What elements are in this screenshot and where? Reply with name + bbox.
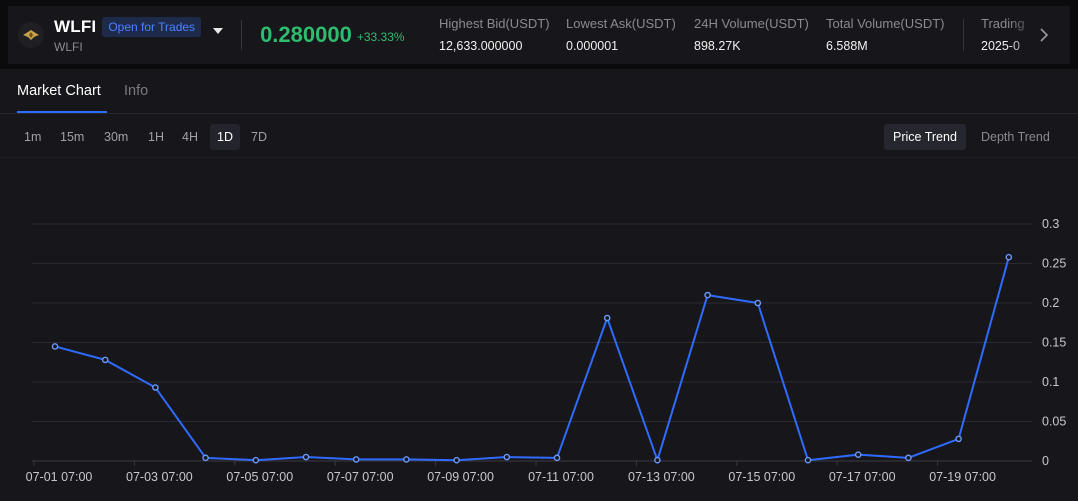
data-point xyxy=(101,356,109,364)
chart-panel: Market Chart Info 1m 15m 30m 1H 4H 1D 7D… xyxy=(0,69,1078,501)
stat-value: 6.588M xyxy=(826,39,868,53)
data-point xyxy=(754,299,762,307)
y-tick-label: 0.2 xyxy=(1042,296,1059,310)
x-tick-label: 07-09 07:00 xyxy=(427,470,494,484)
x-tick-label: 07-19 07:00 xyxy=(929,470,996,484)
market-header: WLFI Open for Trades WLFI 0.280000 +33.3… xyxy=(8,6,1070,64)
stat-label: Total Volume(USDT) xyxy=(826,16,945,31)
data-point xyxy=(955,435,962,443)
y-tick-label: 0.1 xyxy=(1042,375,1059,389)
header-divider xyxy=(241,20,243,50)
data-point xyxy=(252,456,260,464)
data-point xyxy=(302,453,310,461)
y-tick-label: 0.25 xyxy=(1042,257,1066,271)
data-point xyxy=(352,456,360,463)
y-tick-label: 0.05 xyxy=(1042,415,1066,429)
x-tick-label: 07-11 07:00 xyxy=(528,470,594,484)
stat-label: 24H Volume(USDT) xyxy=(694,16,809,31)
stat-value: 0.000001 xyxy=(566,39,619,53)
coin-subtitle: WLFI xyxy=(54,39,83,54)
x-tick-label: 07-15 07:00 xyxy=(728,470,795,484)
data-point xyxy=(704,291,711,299)
app-frame: WLFI Open for Trades WLFI 0.280000 +33.3… xyxy=(0,0,1078,501)
y-tick-label: 0.3 xyxy=(1042,217,1059,231)
stat-value: 12,633.000000 xyxy=(439,39,523,53)
stat-total-volume: Total Volume(USDT) 6.588M xyxy=(826,16,944,53)
stat-lowest-ask: Lowest Ask(USDT) 0.000001 xyxy=(566,16,676,53)
price-trend-chart[interactable]: 0 0.05 0.1 0.15 0.2 0.25 0.3 07-01 07:00 07-03 0… xyxy=(0,69,1078,501)
stat-highest-bid: Highest Bid(USDT) 12,633.000000 xyxy=(439,16,550,53)
data-point xyxy=(152,384,159,391)
coin-selector[interactable]: WLFI Open for Trades WLFI xyxy=(54,16,202,54)
price-series-line xyxy=(54,256,1010,462)
wlfi-logo-icon xyxy=(18,22,44,48)
x-tick-label: 07-17 07:00 xyxy=(829,470,896,484)
last-price: 0.280000 xyxy=(260,22,352,47)
x-tick-label: 07-05 07:00 xyxy=(226,470,293,484)
data-point xyxy=(202,454,209,462)
y-tick-label: 0 xyxy=(1042,454,1049,468)
price-change: +33.33% xyxy=(356,29,405,44)
data-point xyxy=(654,456,661,464)
data-point xyxy=(854,451,862,458)
trading-status-badge: Open for Trades xyxy=(102,16,202,37)
data-point xyxy=(453,456,460,464)
data-point xyxy=(403,456,410,463)
data-point xyxy=(804,456,812,464)
data-point xyxy=(905,454,912,462)
stat-value: 898.27K xyxy=(694,39,741,53)
x-tick-label: 07-03 07:00 xyxy=(126,470,193,484)
stat-24h-volume: 24H Volume(USDT) 898.27K xyxy=(694,16,809,53)
caret-down-icon[interactable] xyxy=(211,24,225,38)
header-divider xyxy=(963,19,964,51)
data-point xyxy=(51,343,59,350)
x-tick-label: 07-07 07:00 xyxy=(327,470,394,484)
coin-name: WLFI xyxy=(54,16,97,36)
x-tick-label: 07-13 07:00 xyxy=(628,470,695,484)
y-tick-label: 0.15 xyxy=(1042,336,1066,350)
chevron-right-icon[interactable] xyxy=(1035,26,1053,44)
data-point xyxy=(603,314,611,322)
data-point xyxy=(1005,253,1013,261)
stat-label: Highest Bid(USDT) xyxy=(439,16,550,31)
data-point xyxy=(553,454,561,462)
stat-label: Lowest Ask(USDT) xyxy=(566,16,676,31)
data-point xyxy=(503,453,511,461)
x-tick-label: 07-01 07:00 xyxy=(26,470,93,484)
